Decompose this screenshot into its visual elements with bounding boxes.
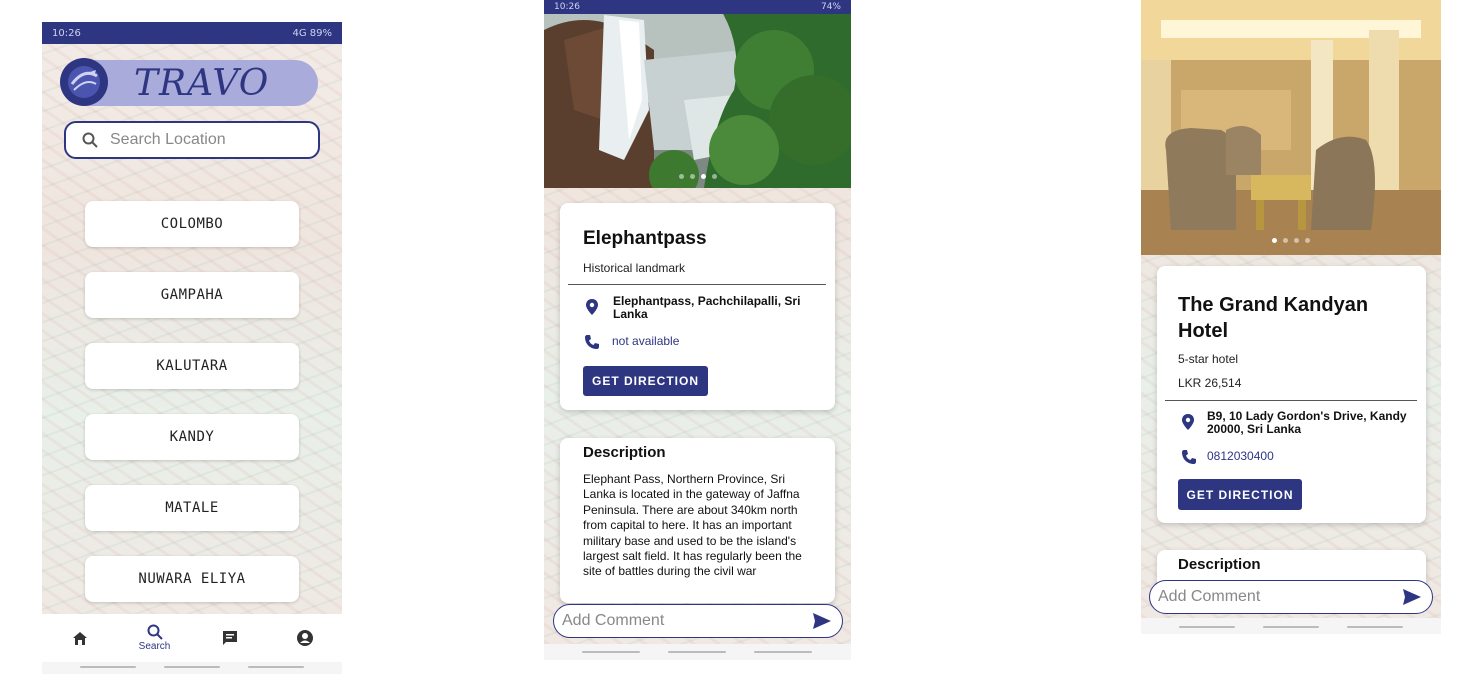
phone-row: 0812030400 <box>1181 449 1274 465</box>
comment-field[interactable] <box>1149 580 1433 614</box>
hotel-photo-carousel[interactable] <box>1141 0 1441 255</box>
send-icon[interactable] <box>1402 588 1422 606</box>
place-phone: not available <box>612 334 680 348</box>
hotel-address: B9, 10 Lady Gordon's Drive, Kandy 20000,… <box>1207 409 1407 436</box>
place-address: Elephantpass, Pachchilapalli, Sri Lanka <box>613 294 801 321</box>
waterfall-image <box>544 0 851 188</box>
status-indicators: 74% <box>820 2 841 12</box>
hotel-title: The Grand Kandyan Hotel <box>1178 294 1369 342</box>
description-card: Description Elephant Pass, Northern Prov… <box>560 438 835 603</box>
app-logo-text: TRAVO <box>134 63 270 104</box>
description-text: Elephant Pass, Northern Province, Sri La… <box>583 472 802 579</box>
gesture-bar <box>1141 618 1441 634</box>
gesture-bar <box>544 644 851 660</box>
place-info-card: Elephantpass Historical landmark Elephan… <box>560 203 835 410</box>
bottom-navigation: Search <box>42 614 342 662</box>
city-button-colombo[interactable]: COLOMBO <box>85 201 299 247</box>
hotel-lobby-image <box>1141 0 1441 255</box>
city-button-nuwara-eliya[interactable]: NUWARA ELIYA <box>85 556 299 602</box>
status-time: 10:26 <box>554 2 580 12</box>
hotel-category: 5-star hotel <box>1178 352 1239 366</box>
description-title: Description <box>583 444 666 461</box>
phone-icon <box>1182 450 1196 464</box>
search-icon <box>82 132 98 148</box>
status-bar: 10:26 74% <box>544 0 851 14</box>
hotel-phone: 0812030400 <box>1207 449 1274 463</box>
comment-field[interactable] <box>553 604 843 638</box>
divider <box>568 284 826 285</box>
status-indicators: 4G 89% <box>292 27 332 39</box>
location-pin-icon <box>586 299 598 315</box>
nav-search-label: Search <box>138 641 171 652</box>
carousel-indicator <box>1141 238 1441 243</box>
location-pin-icon <box>1182 414 1194 430</box>
place-detail-screen: 10:26 74% Elephantpass Historical landma… <box>544 0 851 660</box>
comment-input[interactable] <box>1158 588 1402 606</box>
hotel-price: LKR 26,514 <box>1178 376 1242 390</box>
city-button-kalutara[interactable]: KALUTARA <box>85 343 299 389</box>
place-category: Historical landmark <box>583 261 686 275</box>
search-location-field[interactable] <box>64 121 320 159</box>
phone-row: not available <box>584 334 679 350</box>
search-location-input[interactable] <box>110 131 290 149</box>
carousel-indicator <box>544 174 851 179</box>
status-bar: 10:26 4G 89% <box>42 22 342 44</box>
place-title: Elephantpass <box>583 228 707 249</box>
search-screen: 10:26 4G 89% TRAVO COLOMBO GAMPAHA KALUT… <box>42 22 342 674</box>
send-icon[interactable] <box>812 612 832 630</box>
gesture-bar <box>42 662 342 674</box>
address-row: Elephantpass, Pachchilapalli, Sri Lanka <box>585 295 815 321</box>
nav-chat[interactable] <box>205 629 255 647</box>
logo-globe-icon <box>60 58 108 106</box>
nav-account[interactable] <box>280 629 330 647</box>
comment-input[interactable] <box>562 612 812 630</box>
chat-icon <box>222 631 237 645</box>
address-row: B9, 10 Lady Gordon's Drive, Kandy 20000,… <box>1181 410 1411 436</box>
account-icon <box>296 630 313 646</box>
get-direction-button[interactable]: GET DIRECTION <box>1178 479 1302 510</box>
home-icon <box>72 632 87 645</box>
hotel-detail-screen: The Grand Kandyan Hotel 5-star hotel LKR… <box>1141 0 1441 634</box>
search-icon <box>147 624 163 640</box>
city-button-matale[interactable]: MATALE <box>85 485 299 531</box>
nav-home[interactable] <box>55 629 105 647</box>
status-time: 10:26 <box>52 27 81 39</box>
city-button-gampaha[interactable]: GAMPAHA <box>85 272 299 318</box>
nav-search[interactable]: Search <box>130 624 180 652</box>
city-button-kandy[interactable]: KANDY <box>85 414 299 460</box>
divider <box>1165 400 1417 401</box>
description-title: Description <box>1178 556 1261 573</box>
phone-icon <box>585 335 599 349</box>
hotel-info-card: The Grand Kandyan Hotel 5-star hotel LKR… <box>1157 266 1426 523</box>
get-direction-button[interactable]: GET DIRECTION <box>583 366 708 396</box>
place-photo-carousel[interactable] <box>544 0 851 188</box>
